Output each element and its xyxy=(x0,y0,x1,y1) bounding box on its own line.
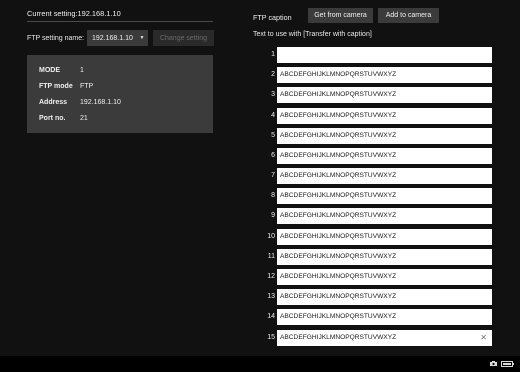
caption-input[interactable]: ABCDEFGHIJKLMNOPQRSTUVWXYZ xyxy=(277,87,492,103)
camera-icon xyxy=(490,361,497,366)
info-key: Port no. xyxy=(39,115,66,122)
ftp-setting-select-value: 192.168.1.10 xyxy=(92,34,133,42)
battery-icon xyxy=(501,361,514,367)
caption-number: 4 xyxy=(271,112,275,119)
ftp-setting-name-label: FTP setting name: xyxy=(27,35,85,42)
caption-number: 14 xyxy=(267,313,275,320)
caption-row: 5 ABCDEFGHIJKLMNOPQRSTUVWXYZ xyxy=(253,128,493,144)
caption-number: 10 xyxy=(267,233,275,240)
change-setting-button[interactable]: Change setting xyxy=(153,30,214,46)
caption-number: 2 xyxy=(271,71,275,78)
info-row-ftp-mode: FTP mode FTP xyxy=(39,83,93,90)
caption-input[interactable]: ABCDEFGHIJKLMNOPQRSTUVWXYZ xyxy=(277,188,492,204)
info-key: MODE xyxy=(39,67,60,74)
text-to-use-label: Text to use with [Transfer with caption] xyxy=(253,31,372,38)
caption-row: 8 ABCDEFGHIJKLMNOPQRSTUVWXYZ xyxy=(253,188,493,204)
caption-number: 6 xyxy=(271,152,275,159)
caption-row: 2 ABCDEFGHIJKLMNOPQRSTUVWXYZ xyxy=(253,67,493,83)
caption-number: 15 xyxy=(267,334,275,341)
caption-row: 14 ABCDEFGHIJKLMNOPQRSTUVWXYZ xyxy=(253,309,493,325)
caption-input[interactable]: ABCDEFGHIJKLMNOPQRSTUVWXYZ xyxy=(277,309,492,325)
info-key: FTP mode xyxy=(39,83,73,90)
info-value: 21 xyxy=(80,115,88,122)
caption-input[interactable]: ABCDEFGHIJKLMNOPQRSTUVWXYZ xyxy=(277,148,492,164)
caption-row: 6 ABCDEFGHIJKLMNOPQRSTUVWXYZ xyxy=(253,148,493,164)
divider xyxy=(27,21,213,22)
current-setting-text: Current setting:192.168.1.10 xyxy=(27,9,121,18)
info-key: Address xyxy=(39,99,68,106)
info-value: FTP xyxy=(80,83,94,90)
clear-icon[interactable]: ✕ xyxy=(480,330,487,346)
info-row-mode: MODE 1 xyxy=(39,67,84,74)
caption-input[interactable]: ABCDEFGHIJKLMNOPQRSTUVWXYZ xyxy=(277,67,492,83)
ftp-setting-select[interactable]: 192.168.1.10 ▼ xyxy=(87,30,148,46)
caption-input[interactable]: ABCDEFGHIJKLMNOPQRSTUVWXYZ xyxy=(277,128,492,144)
caption-row: 11 ABCDEFGHIJKLMNOPQRSTUVWXYZ xyxy=(253,249,493,265)
info-value: 192.168.1.10 xyxy=(80,99,121,106)
caption-input[interactable]: ABCDEFGHIJKLMNOPQRSTUVWXYZ xyxy=(277,269,492,285)
caption-input[interactable]: ABCDEFGHIJKLMNOPQRSTUVWXYZ xyxy=(277,229,492,245)
get-from-camera-button[interactable]: Get from camera xyxy=(308,8,373,23)
caption-input[interactable]: ABCDEFGHIJKLMNOPQRSTUVWXYZ xyxy=(277,208,492,224)
caption-number: 8 xyxy=(271,192,275,199)
add-to-camera-button[interactable]: Add to camera xyxy=(378,8,439,23)
caption-row: 7 ABCDEFGHIJKLMNOPQRSTUVWXYZ xyxy=(253,168,493,184)
caption-row: 1 xyxy=(253,47,493,63)
caption-number: 12 xyxy=(267,273,275,280)
caption-input[interactable]: ABCDEFGHIJKLMNOPQRSTUVWXYZ xyxy=(277,108,492,124)
ftp-info-panel: MODE 1 FTP mode FTP Address 192.168.1.10… xyxy=(27,55,213,133)
info-value: 1 xyxy=(80,67,84,74)
info-row-port: Port no. 21 xyxy=(39,115,88,122)
caption-input[interactable]: ABCDEFGHIJKLMNOPQRSTUVWXYZ xyxy=(277,289,492,305)
status-bar xyxy=(0,356,520,372)
caption-row: 13 ABCDEFGHIJKLMNOPQRSTUVWXYZ xyxy=(253,289,493,305)
caption-input[interactable]: ABCDEFGHIJKLMNOPQRSTUVWXYZ xyxy=(277,168,492,184)
caption-row: 15 ABCDEFGHIJKLMNOPQRSTUVWXYZ ✕ xyxy=(253,330,493,346)
caption-number: 13 xyxy=(267,293,275,300)
chevron-down-icon: ▼ xyxy=(139,35,145,41)
caption-row: 9 ABCDEFGHIJKLMNOPQRSTUVWXYZ xyxy=(253,208,493,224)
caption-number: 7 xyxy=(271,172,275,179)
caption-number: 3 xyxy=(271,91,275,98)
caption-input[interactable] xyxy=(277,47,492,63)
caption-row: 4 ABCDEFGHIJKLMNOPQRSTUVWXYZ xyxy=(253,108,493,124)
caption-input[interactable]: ABCDEFGHIJKLMNOPQRSTUVWXYZ xyxy=(277,249,492,265)
caption-row: 12 ABCDEFGHIJKLMNOPQRSTUVWXYZ xyxy=(253,269,493,285)
caption-number: 9 xyxy=(271,212,275,219)
ftp-caption-label: FTP caption xyxy=(253,13,292,22)
caption-input[interactable]: ABCDEFGHIJKLMNOPQRSTUVWXYZ xyxy=(277,330,492,346)
caption-row: 3 ABCDEFGHIJKLMNOPQRSTUVWXYZ xyxy=(253,87,493,103)
caption-number: 5 xyxy=(271,132,275,139)
caption-number: 11 xyxy=(267,253,275,260)
info-row-address: Address 192.168.1.10 xyxy=(39,99,121,106)
caption-number: 1 xyxy=(271,51,275,58)
caption-row: 10 ABCDEFGHIJKLMNOPQRSTUVWXYZ xyxy=(253,229,493,245)
